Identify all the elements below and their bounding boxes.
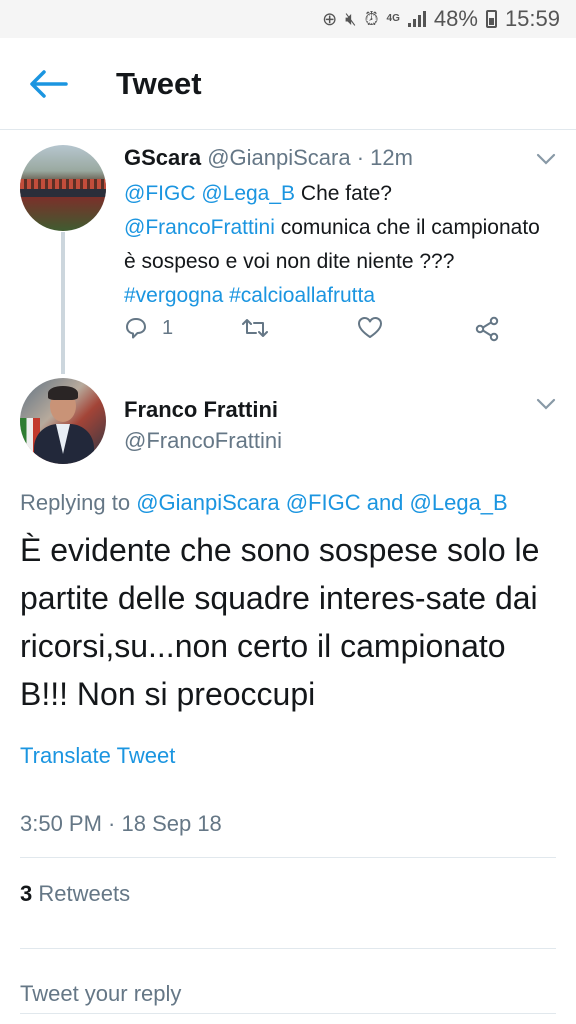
network-type: 4G (386, 13, 400, 24)
clock: 15:59 (504, 6, 560, 31)
signal-icon (407, 11, 426, 27)
share-icon (475, 316, 499, 342)
divider (20, 948, 556, 949)
hashtag-link[interactable]: #vergogna (124, 284, 223, 307)
share-button[interactable] (474, 316, 500, 342)
replying-users-link[interactable]: @GianpiScara @FIGC and @Lega_B (136, 490, 508, 515)
parent-tweet[interactable]: GScara @GianpiScara · 12m @FIGC @Lega_B … (0, 131, 576, 371)
chevron-down-icon[interactable] (536, 398, 556, 410)
page-title: Tweet (116, 66, 202, 101)
author-name[interactable]: GScara (124, 145, 201, 170)
tweet-text: È evidente che sono sospese solo le part… (20, 532, 540, 712)
tweet-actions: 1 (124, 316, 514, 346)
retweets-number: 3 (20, 881, 33, 906)
mute-icon: 🔇︎ (345, 8, 357, 29)
retweets-label: Retweets (38, 881, 131, 906)
thread-connector (61, 232, 65, 374)
status-bar: ⊕ 🔇︎ ⏰︎ 4G 48% 15:59 (0, 0, 576, 38)
replying-to: Replying to @GianpiScara @FIGC and @Lega… (20, 490, 508, 516)
author-name[interactable]: Franco Frattini (124, 397, 278, 423)
avatar[interactable] (20, 378, 106, 464)
like-button[interactable] (357, 316, 383, 340)
reply-count: 1 (162, 316, 174, 339)
reply-icon (126, 318, 146, 339)
heart-icon (358, 317, 382, 338)
avatar[interactable] (20, 145, 106, 231)
author-handle[interactable]: @FrancoFrattini (124, 428, 282, 454)
translate-tweet-link[interactable]: Translate Tweet (20, 743, 175, 769)
mention-link[interactable]: @Lega_B (201, 182, 295, 205)
separator-dot: · (356, 145, 365, 170)
retweet-icon (242, 319, 268, 337)
battery-icon (485, 10, 497, 28)
alarm-icon: ⏰︎ (364, 8, 379, 29)
mention-link[interactable]: @FIGC (124, 182, 195, 205)
mention-link[interactable]: @FrancoFrattini (124, 216, 275, 239)
header: Tweet (0, 38, 576, 130)
reply-input[interactable] (20, 974, 556, 1014)
reply-button[interactable]: 1 (124, 316, 173, 340)
tweet-time: 12m (370, 145, 413, 170)
tweet-timestamp: 3:50 PM · 18 Sep 18 (20, 811, 222, 836)
retweets-count[interactable]: 3 Retweets (20, 881, 130, 907)
tweet-text: @FIGC @Lega_B Che fate? @FrancoFrattini … (124, 177, 554, 313)
tweet-text-part: Che fate? (300, 182, 392, 205)
divider (20, 857, 556, 858)
hashtag-link[interactable]: #calcioallafrutta (229, 284, 375, 307)
retweet-button[interactable] (240, 316, 270, 340)
chevron-down-icon[interactable] (536, 153, 556, 165)
battery-percent: 48% (433, 6, 478, 31)
tweet-header: GScara @GianpiScara · 12m (124, 145, 413, 171)
replying-label: Replying to (20, 490, 131, 515)
author-handle[interactable]: @GianpiScara (207, 145, 350, 170)
add-circle-icon: ⊕ (322, 8, 338, 29)
back-arrow-icon[interactable] (28, 68, 68, 100)
